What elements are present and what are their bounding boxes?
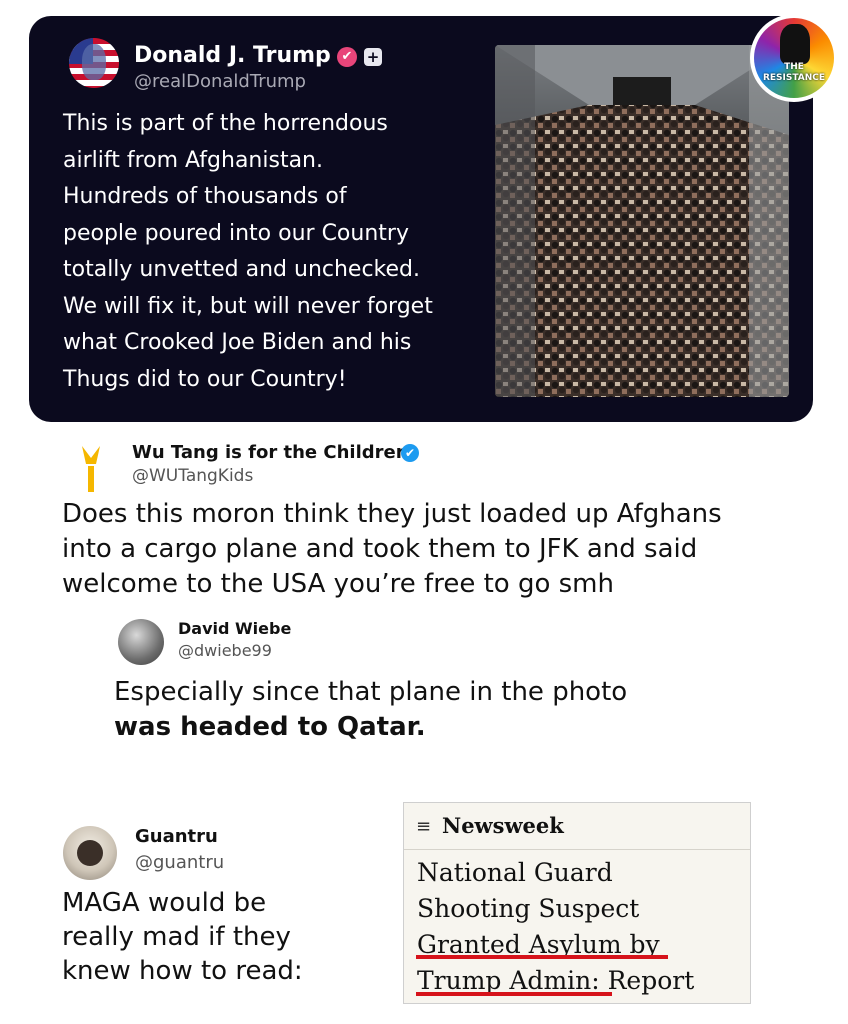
david-wiebe-avatar[interactable] [118, 619, 164, 665]
trump-avatar[interactable] [69, 38, 119, 88]
post-line: people poured into our Country [63, 220, 409, 246]
plus-badge-icon: + [364, 48, 382, 66]
david-wiebe-post-text: Especially since that plane in the photo… [114, 675, 627, 745]
david-wiebe-display-name[interactable]: David Wiebe [178, 619, 291, 638]
wu-tang-post-text: Does this moron think they just loaded u… [62, 497, 822, 602]
post-line: Especially since that plane in the photo [114, 677, 628, 707]
red-underline [416, 955, 668, 959]
watermark-text: THE RESISTANCE [762, 62, 826, 83]
trump-post-card[interactable]: Donald J. Trump ✔ + @realDonaldTrump Thi… [29, 16, 813, 422]
post-line: totally unvetted and unchecked. [63, 257, 421, 282]
wu-tang-avatar[interactable] [74, 444, 108, 494]
trump-display-name[interactable]: Donald J. Trump [134, 43, 331, 68]
trump-post-text: This is part of the horrendous airlift f… [63, 106, 483, 398]
verified-badge-icon: ✔ [337, 47, 357, 67]
wu-tang-handle[interactable]: @WUTangKids [132, 466, 253, 486]
post-line: welcome to the USA you’re free to go smh [62, 569, 614, 599]
red-underline [416, 992, 612, 996]
crowded-cargo-plane-photo[interactable] [495, 45, 789, 397]
wu-tang-display-name[interactable]: Wu Tang is for the Children [132, 442, 409, 463]
headline-line: Shooting Suspect [417, 894, 640, 923]
newsweek-logo[interactable]: Newsweek [442, 813, 564, 838]
post-line: This is part of the horrendous [63, 111, 388, 136]
post-line: Hundreds of thousands of [63, 184, 347, 209]
guantru-avatar[interactable] [63, 826, 117, 880]
divider [404, 849, 750, 850]
post-line-bold: was headed to Qatar. [114, 712, 426, 742]
guantru-handle[interactable]: @guantru [135, 852, 224, 873]
post-line: Thugs did to our Country! [63, 366, 347, 392]
post-line: knew how to read: [62, 956, 303, 986]
headline-line: National Guard [417, 858, 613, 887]
post-line: Does this moron think they just loaded u… [62, 499, 722, 529]
post-line: airlift from Afghanistan. [63, 147, 323, 173]
guantru-post-text: MAGA would be really mad if they knew ho… [62, 886, 303, 988]
newsweek-headline[interactable]: National Guard Shooting Suspect Granted … [417, 855, 747, 999]
david-wiebe-handle[interactable]: @dwiebe99 [178, 641, 272, 660]
post-line: into a cargo plane and took them to JFK … [62, 534, 698, 564]
guantru-display-name[interactable]: Guantru [135, 826, 218, 847]
post-line: MAGA would be [62, 888, 267, 918]
post-line: really mad if they [62, 922, 291, 952]
post-line: what Crooked Joe Biden and his [63, 330, 412, 355]
resistance-watermark-logo: THE RESISTANCE [750, 14, 838, 102]
post-line: We will fix it, but will never forget [63, 293, 433, 319]
menu-icon[interactable]: ≡ [416, 816, 431, 837]
statue-of-liberty-icon [780, 24, 810, 64]
trump-handle[interactable]: @realDonaldTrump [134, 71, 306, 92]
newsweek-article-card[interactable]: ≡ Newsweek National Guard Shooting Suspe… [403, 802, 751, 1004]
verified-badge-icon: ✔ [401, 444, 419, 462]
